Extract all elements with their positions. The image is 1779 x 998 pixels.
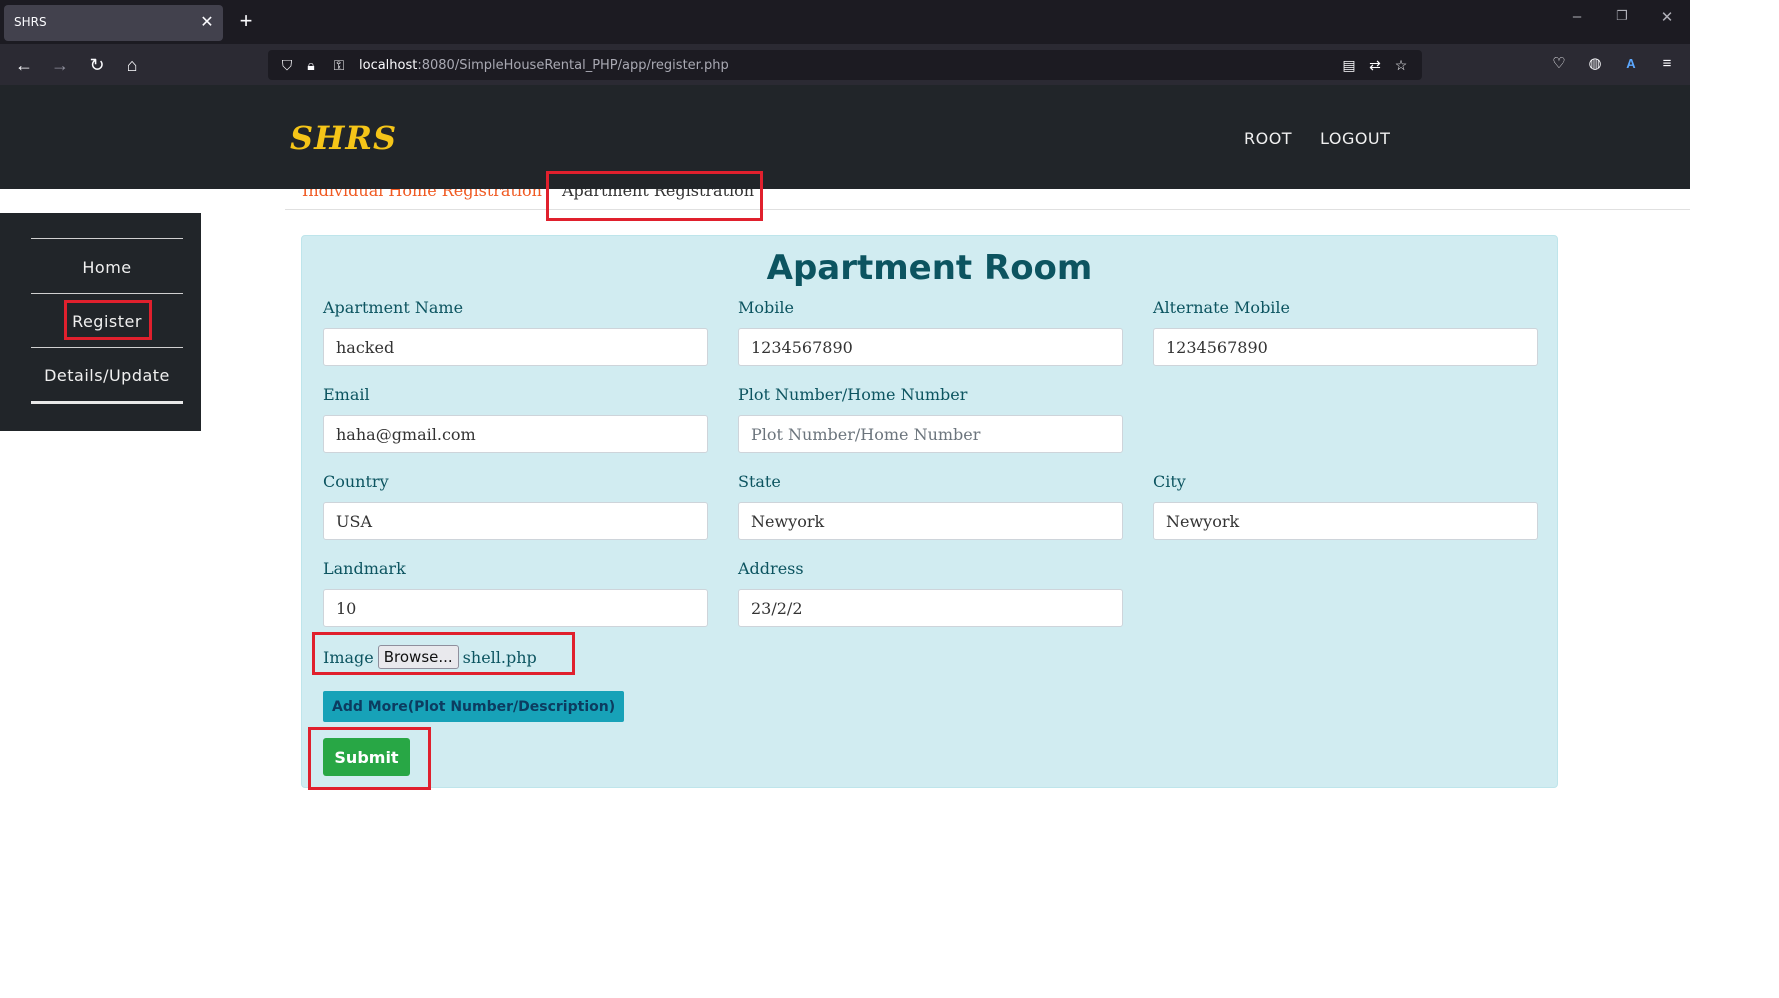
back-icon[interactable]: ← [11,52,37,78]
submit-button[interactable]: Submit [323,738,410,776]
nav-root-link[interactable]: ROOT [1244,129,1292,148]
image-label: Image [323,647,374,667]
sidebar-item-details-update[interactable]: Details/Update [0,366,214,385]
city-input[interactable] [1153,502,1538,540]
alternate-mobile-input[interactable] [1153,328,1538,366]
browser-nav-bar: ← → ↻ ⌂ ⛉ 🔒︎ ⚿ localhost:8080/SimpleHous… [0,44,1690,85]
sidebar-divider [31,347,183,348]
minimize-icon[interactable]: – [1565,8,1589,25]
apartment-name-label: Apartment Name [323,298,464,317]
plot-number-label: Plot Number/Home Number [738,385,968,404]
sidebar-divider [31,293,183,294]
sidebar: Home Register Details/Update [0,213,201,431]
plot-number-input[interactable] [738,415,1123,453]
landmark-label: Landmark [323,559,406,578]
selected-file-name: shell.php [462,647,537,667]
shield-icon[interactable]: ⛉ [278,55,296,75]
url-path: :8080/SimpleHouseRental_PHP/app/register… [417,58,729,73]
landmark-input[interactable] [323,589,708,627]
lock-icon[interactable]: 🔒︎ [302,55,320,75]
url-host: localhost [359,58,418,73]
address-label: Address [738,559,804,578]
restore-icon[interactable]: ❐ [1610,8,1634,24]
state-label: State [738,472,781,491]
city-label: City [1153,472,1186,491]
address-input[interactable] [738,589,1123,627]
new-tab-icon[interactable]: + [236,8,256,34]
alternate-mobile-label: Alternate Mobile [1153,298,1291,317]
tab-individual-home[interactable]: Individual Home Registration [302,189,542,200]
email-input[interactable] [323,415,708,453]
image-upload-row: Image Browse... shell.php [323,642,537,672]
apartment-name-input[interactable] [323,328,708,366]
sidebar-item-home[interactable]: Home [0,258,214,277]
pocket-icon[interactable]: ♡ [1548,53,1570,75]
menu-icon[interactable]: ≡ [1656,53,1678,75]
url-bar[interactable]: ⛉ 🔒︎ ⚿ localhost:8080/SimpleHouseRental_… [268,50,1422,80]
reload-icon[interactable]: ↻ [84,52,110,78]
window-close-icon[interactable]: ✕ [1655,8,1679,26]
sidebar-item-register[interactable]: Register [0,312,214,331]
site-header: SHRS ROOT LOGOUT [0,85,1690,189]
key-icon[interactable]: ⚿ [330,55,348,75]
tab-title: SHRS [14,15,47,29]
tab-close-icon[interactable]: ✕ [197,12,217,32]
browser-tab-strip: SHRS ✕ + – ❐ ✕ [0,0,1690,44]
apartment-form-card: Apartment Room Apartment Name Mobile Alt… [301,235,1558,788]
add-more-button[interactable]: Add More(Plot Number/Description) [323,691,625,722]
globe-icon[interactable]: ◍ [1584,53,1606,75]
translate-ext-icon[interactable]: A [1620,53,1642,75]
form-title: Apartment Room [766,248,1093,288]
email-label: Email [323,385,370,404]
tab-apartment[interactable]: Apartment Registration [562,189,754,200]
mobile-input[interactable] [738,328,1123,366]
sidebar-divider [31,401,183,404]
forward-icon[interactable]: → [47,52,73,78]
country-input[interactable] [323,502,708,540]
registration-tabs: Individual Home Registration Apartment R… [285,189,1690,210]
brand-logo[interactable]: SHRS [290,119,397,157]
nav-logout-link[interactable]: LOGOUT [1320,129,1390,148]
url-text[interactable]: localhost:8080/SimpleHouseRental_PHP/app… [359,58,729,73]
reader-icon[interactable]: ▤ [1340,55,1358,75]
home-icon[interactable]: ⌂ [119,52,145,78]
mobile-label: Mobile [738,298,794,317]
country-label: Country [323,472,389,491]
browse-button[interactable]: Browse... [377,645,459,669]
sidebar-divider [31,238,183,239]
browser-tab[interactable]: SHRS ✕ [4,5,223,41]
bookmark-star-icon[interactable]: ☆ [1392,55,1410,75]
translate-icon[interactable]: ⇄ [1366,55,1384,75]
state-input[interactable] [738,502,1123,540]
